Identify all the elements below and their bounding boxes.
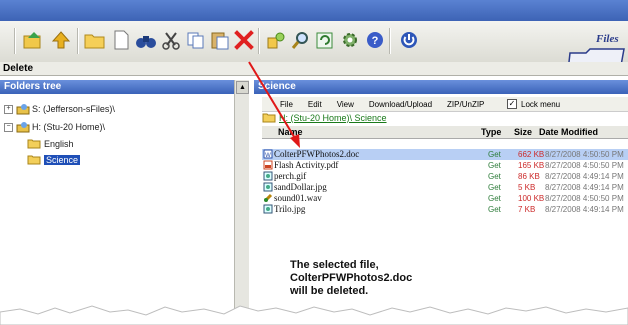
annotation-callout: The selected file, ColterPFWPhotos2.doc … bbox=[290, 259, 412, 298]
annotation-line: ColterPFWPhotos2.doc bbox=[290, 272, 413, 284]
torn-edge bbox=[0, 305, 628, 325]
annotation-line: The selected file, bbox=[290, 259, 379, 271]
annotation-line: will be deleted. bbox=[290, 285, 369, 297]
